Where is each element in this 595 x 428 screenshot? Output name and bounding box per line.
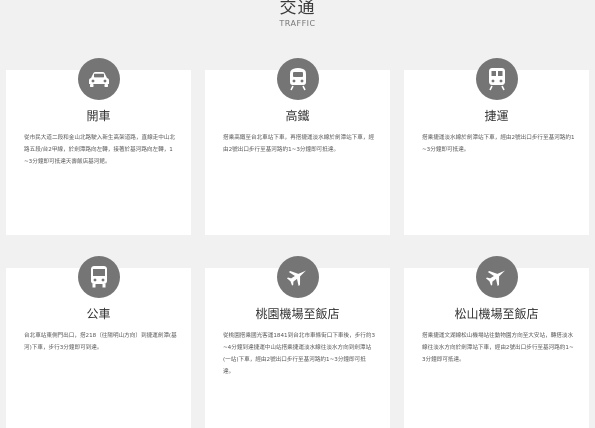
card-title: 松山機場至飯店 [454,307,539,321]
transport-card-car: 開車 從市民大道二段和金山北路駛入新生高架道路，直線走中山北路五段/台2甲線，於… [6,58,191,235]
transport-card-taoyuan-airport: 桃園機場至飯店 從桃園搭乘國光客運1841到台北市車條街口下車後，步行約3~4分… [205,256,390,428]
card-title: 桃園機場至飯店 [255,307,340,321]
page-title: 交通 [279,0,316,18]
page-subtitle: TRAFFIC [279,19,316,28]
card-description: 搭乘高鐵至台北車站下車，再搭捷運淡水線於劍潭站下車，經由2號出口步行至基河路約1… [223,135,375,153]
train-icon [276,58,319,100]
car-icon [77,58,120,100]
transport-card-metro: 捷運 搭乘捷運淡水線於劍潭站下車，經由2號出口步行至基河路約1~3分鐘即可抵達。 [404,58,589,235]
airplane-icon [475,256,518,298]
card-title: 捷運 [484,109,509,123]
transport-card-bus: 公車 台北車站東側門出口，搭218（往陽明山方向）到捷運劍潭(基河)下車，步行3… [6,256,191,428]
card-title: 開車 [86,109,111,123]
card-description: 搭乘捷運文湖線松山機場站往動物園方向至大安站，轉搭淡水線往淡水方向於劍潭站下車，… [422,333,574,363]
transport-card-songshan-airport: 松山機場至飯店 搭乘捷運文湖線松山機場站往動物園方向至大安站，轉搭淡水線往淡水方… [404,256,589,428]
bus-icon [77,256,120,298]
card-title: 公車 [86,307,111,321]
card-title: 高鐵 [285,109,310,123]
card-description: 從市民大道二段和金山北路駛入新生高架道路，直線走中山北路五段/台2甲線，於劍潭路… [24,135,176,165]
transport-card-hsr: 高鐵 搭乘高鐵至台北車站下車，再搭捷運淡水線於劍潭站下車，經由2號出口步行至基河… [205,58,390,235]
metro-icon [475,58,518,100]
card-description: 搭乘捷運淡水線於劍潭站下車，經由2號出口步行至基河路約1~3分鐘即可抵達。 [422,135,575,153]
card-description: 從桃園搭乘國光客運1841到台北市車條街口下車後，步行約3~4分鐘到達捷運中山站… [223,333,376,375]
airplane-icon [276,256,319,298]
card-description: 台北車站東側門出口，搭218（往陽明山方向）到捷運劍潭(基河)下車，步行3分鐘即… [24,333,177,351]
